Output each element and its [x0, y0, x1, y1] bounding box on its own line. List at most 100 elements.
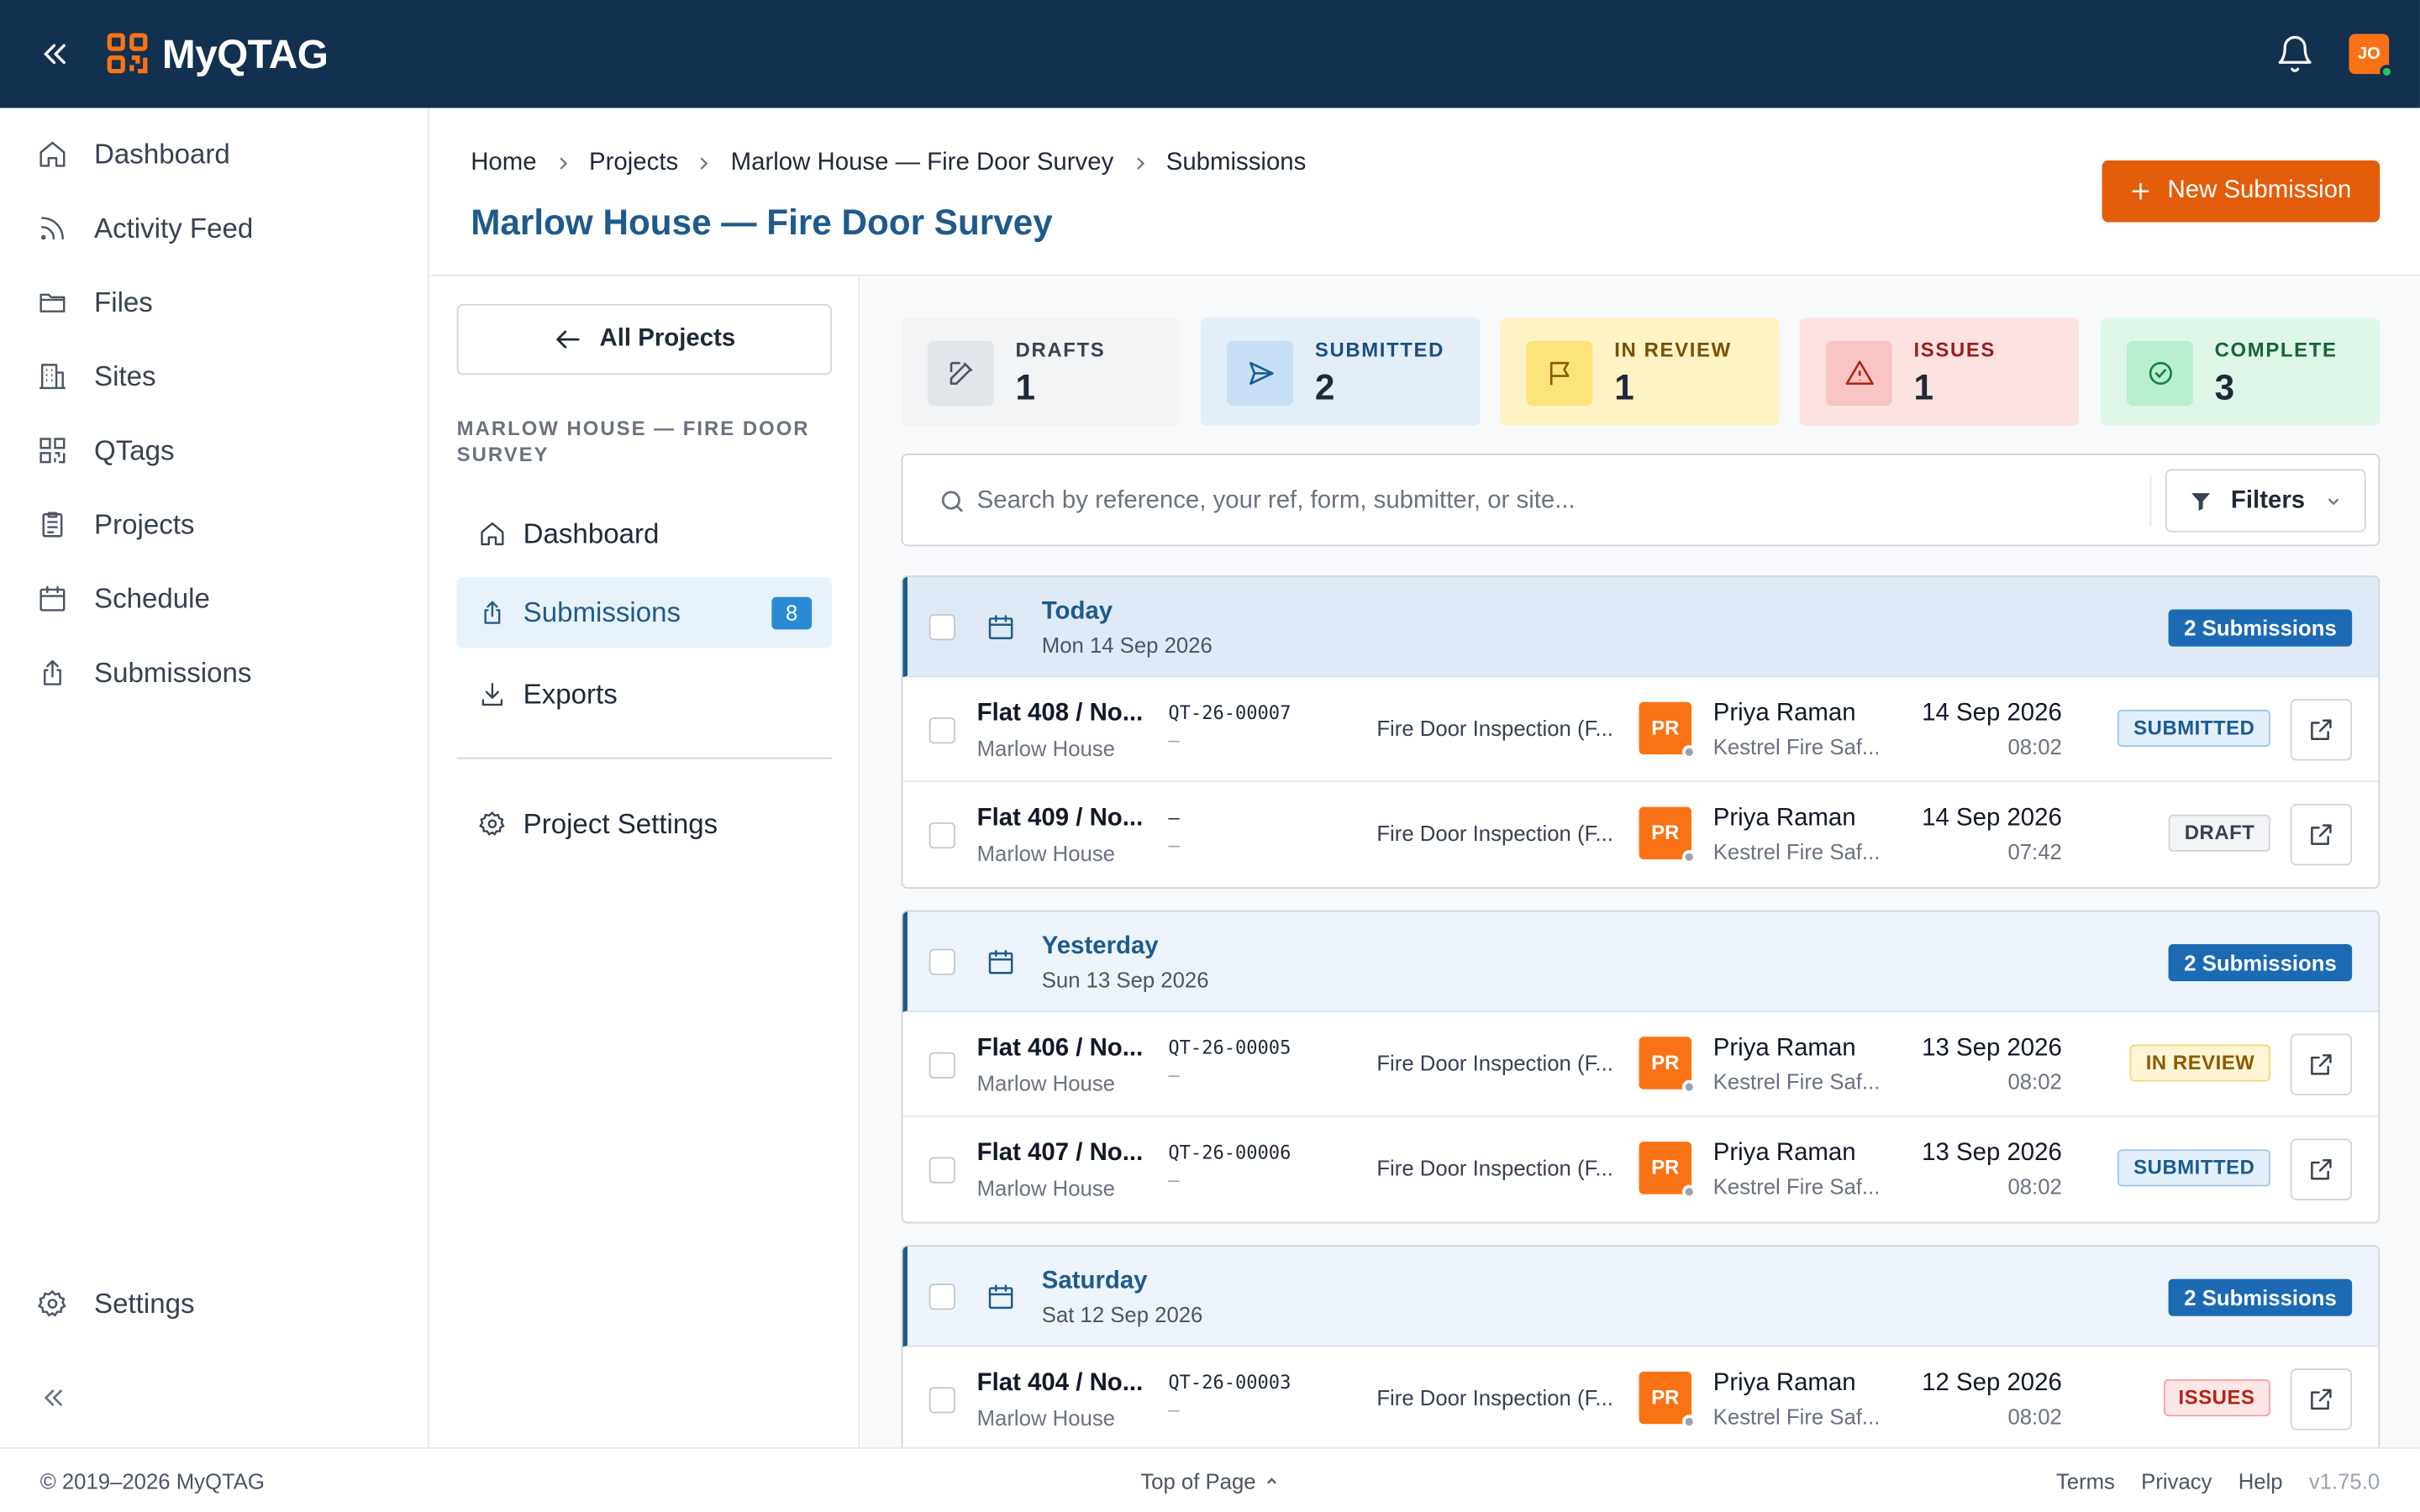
building-icon	[39, 364, 66, 390]
submission-title[interactable]: Flat 407 / No...	[977, 1140, 1144, 1168]
subnav-item-dashboard[interactable]: Dashboard	[457, 498, 832, 569]
subnav-item-exports[interactable]: Exports	[457, 659, 832, 729]
stat-count: 1	[1614, 367, 1634, 407]
submission-title[interactable]: Flat 408 / No...	[977, 701, 1144, 728]
table-row[interactable]: Flat 406 / No... Marlow House QT-26-0000…	[902, 1011, 2379, 1117]
table-row[interactable]: Flat 409 / No... Marlow House – – Fire D…	[902, 782, 2379, 888]
project-subnav: All Projects MARLOW HOUSE — FIRE DOOR SU…	[430, 277, 860, 1447]
presence-dot	[1682, 1184, 1697, 1200]
breadcrumb-projects[interactable]: Projects	[589, 150, 678, 177]
breadcrumb-home[interactable]: Home	[471, 150, 536, 177]
open-submission-button[interactable]	[2290, 699, 2353, 761]
row-select-checkbox[interactable]	[929, 1387, 955, 1414]
group-count-badge: 2 Submissions	[2168, 1278, 2353, 1316]
subnav-item-label: Exports	[523, 678, 618, 709]
submission-reference: QT-26-00007	[1168, 701, 1292, 724]
external-link-icon	[2311, 824, 2332, 845]
avatar-initials: JO	[2357, 45, 2381, 64]
row-select-checkbox[interactable]	[929, 717, 955, 744]
sidebar-item-files[interactable]: Files	[37, 279, 392, 325]
table-row[interactable]: Flat 404 / No... Marlow House QT-26-0000…	[902, 1347, 2379, 1447]
submitter-avatar: PR	[1639, 1037, 1697, 1095]
open-submission-button[interactable]	[2290, 1033, 2353, 1096]
submission-title[interactable]: Flat 406 / No...	[977, 1035, 1144, 1063]
submitter-name: Priya Raman	[1712, 1140, 1856, 1167]
new-submission-button[interactable]: New Submission	[2102, 160, 2381, 223]
submission-form: Fire Door Inspection (F...	[1376, 1155, 1613, 1181]
filters-button[interactable]: Filters	[2165, 469, 2366, 533]
group-select-checkbox[interactable]	[929, 614, 955, 641]
calendar-icon	[988, 949, 1013, 974]
stat-card-issues[interactable]: ISSUES 1	[1799, 318, 2080, 426]
open-submission-button[interactable]	[2290, 1138, 2353, 1200]
status-badge: IN REVIEW	[2130, 1044, 2270, 1082]
subnav-item-project-settings[interactable]: Project Settings	[457, 789, 832, 859]
privacy-link[interactable]: Privacy	[2141, 1469, 2212, 1494]
submission-form: Fire Door Inspection (F...	[1376, 821, 1613, 846]
stat-icon-box	[927, 340, 994, 407]
status-badge: SUBMITTED	[2118, 1149, 2270, 1187]
collapse-sidebar-icon[interactable]	[39, 37, 72, 71]
sidebar-item-activity-feed[interactable]: Activity Feed	[37, 205, 392, 251]
stat-card-in-review[interactable]: IN REVIEW 1	[1500, 318, 1780, 426]
sidebar-item-qtags[interactable]: QTags	[37, 428, 392, 474]
stat-card-complete[interactable]: COMPLETE 3	[2100, 318, 2381, 426]
sidebar-item-submissions[interactable]: Submissions	[37, 649, 392, 696]
bell-icon[interactable]	[2275, 33, 2315, 76]
search-icon	[941, 491, 963, 512]
avatar-initials: PR	[1651, 1155, 1680, 1179]
collapse-sidebar-bottom-icon[interactable]	[40, 1384, 68, 1412]
all-projects-button[interactable]: All Projects	[456, 303, 832, 375]
sidebar-item-settings[interactable]: Settings	[37, 1280, 392, 1326]
row-select-checkbox[interactable]	[929, 822, 955, 849]
search-input[interactable]	[976, 480, 2058, 523]
user-avatar[interactable]: JO	[2349, 34, 2394, 79]
stat-icon-box	[1825, 340, 1892, 407]
submission-title[interactable]: Flat 409 / No...	[977, 806, 1144, 833]
submission-form: Fire Door Inspection (F...	[1376, 716, 1613, 741]
presence-dot	[1682, 1079, 1697, 1095]
submission-site: Marlow House	[976, 736, 1115, 761]
page-header: Home Projects Marlow House — Fire Door S…	[430, 108, 2420, 276]
terms-link[interactable]: Terms	[2056, 1469, 2115, 1494]
search-bar: Filters	[901, 453, 2381, 547]
group-title: Today	[1041, 598, 1113, 625]
help-link[interactable]: Help	[2238, 1469, 2283, 1494]
sidebar-item-dashboard[interactable]: Dashboard	[37, 131, 392, 177]
group-select-checkbox[interactable]	[929, 948, 955, 975]
open-submission-button[interactable]	[2290, 1368, 2353, 1431]
submission-reference: QT-26-00005	[1168, 1037, 1292, 1058]
external-link-icon	[2311, 1158, 2332, 1180]
sidebar-item-schedule[interactable]: Schedule	[37, 575, 392, 622]
sidebar-item-projects[interactable]: Projects	[37, 501, 392, 548]
row-select-checkbox[interactable]	[929, 1052, 955, 1079]
stat-card-drafts[interactable]: DRAFTS 1	[901, 318, 1181, 426]
gear-icon	[479, 811, 505, 836]
table-row[interactable]: Flat 407 / No... Marlow House QT-26-0000…	[902, 1116, 2379, 1222]
subnav-item-submissions[interactable]: Submissions 8	[456, 576, 832, 648]
top-of-page-link[interactable]: Top of Page	[1140, 1469, 1279, 1494]
stat-card-submitted[interactable]: SUBMITTED 2	[1200, 318, 1481, 426]
table-row[interactable]: Flat 408 / No... Marlow House QT-26-0000…	[902, 677, 2379, 783]
row-select-checkbox[interactable]	[929, 1157, 955, 1184]
sidebar-item-label: Sites	[94, 360, 156, 391]
submission-title[interactable]: Flat 404 / No...	[977, 1370, 1144, 1398]
upload-icon	[44, 659, 61, 685]
open-submission-button[interactable]	[2290, 803, 2353, 866]
page-title: Marlow House — Fire Door Survey	[471, 202, 1053, 243]
flag-icon	[1549, 361, 1569, 386]
breadcrumb-project[interactable]: Marlow House — Fire Door Survey	[731, 150, 1114, 177]
submitter-name: Priya Raman	[1712, 1369, 1856, 1397]
chevron-right-icon	[701, 157, 709, 170]
group-select-checkbox[interactable]	[929, 1284, 955, 1310]
presence-dot	[1682, 1415, 1697, 1429]
sidebar-item-sites[interactable]: Sites	[37, 354, 392, 400]
top-of-page-label: Top of Page	[1140, 1468, 1256, 1494]
sidebar-item-label: Submissions	[94, 656, 252, 688]
submission-your-ref: –	[1168, 1168, 1180, 1191]
brand-name[interactable]: MyQTAG	[162, 31, 329, 79]
filter-icon	[2192, 492, 2212, 511]
top-bar: MyQTAG JO	[0, 0, 2420, 108]
submission-time: 07:42	[2007, 839, 2062, 864]
external-link-icon	[2311, 1054, 2332, 1075]
